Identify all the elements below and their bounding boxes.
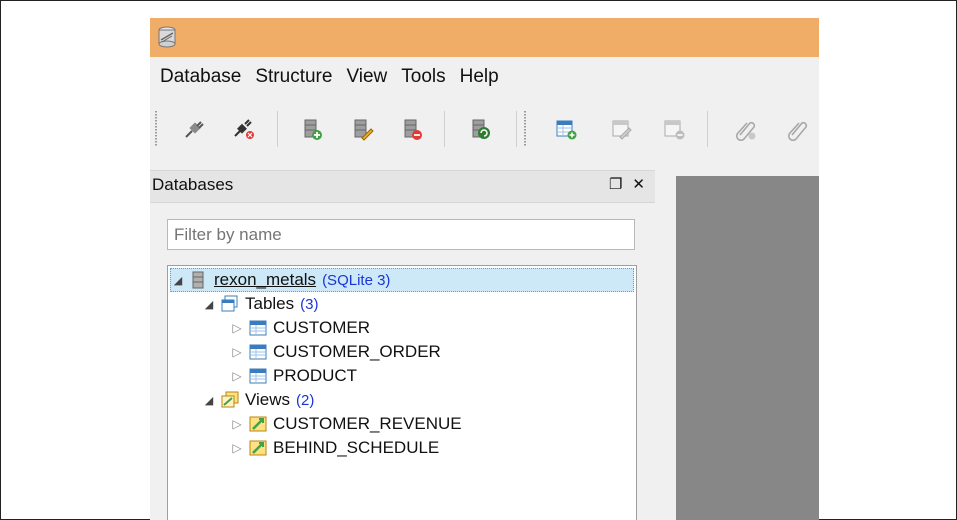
disconnect-icon[interactable] bbox=[232, 117, 256, 141]
collapsed-arrow-icon[interactable]: ▷ bbox=[230, 345, 244, 359]
database-type: (SQLite 3) bbox=[322, 271, 391, 289]
edit-table-icon bbox=[610, 117, 634, 141]
view-name: BEHIND_SCHEDULE bbox=[273, 438, 440, 457]
views-count: (2) bbox=[296, 391, 315, 409]
tables-label: Tables bbox=[245, 294, 295, 313]
tables-count: (3) bbox=[300, 295, 319, 313]
expand-arrow-icon[interactable]: ◢ bbox=[202, 298, 216, 311]
tree-item-view[interactable]: ▷ CUSTOMER_REVENUE bbox=[230, 412, 462, 436]
menu-help[interactable]: Help bbox=[453, 57, 506, 97]
edit-index-icon bbox=[786, 117, 810, 141]
database-tree[interactable]: ◢ rexon_metals (SQLite 3) ◢ Tables (3) ▷… bbox=[167, 265, 637, 520]
filter-input[interactable] bbox=[167, 219, 635, 250]
add-database-icon[interactable] bbox=[300, 117, 324, 141]
add-index-icon bbox=[734, 117, 758, 141]
database-name: rexon_metals bbox=[214, 270, 317, 289]
menu-tools[interactable]: Tools bbox=[394, 57, 452, 97]
tree-item-views[interactable]: ◢ Views (2) bbox=[202, 388, 315, 412]
toolbar-separator bbox=[444, 111, 445, 147]
menu-database[interactable]: Database bbox=[150, 57, 248, 97]
table-icon bbox=[248, 343, 268, 361]
refresh-database-icon[interactable] bbox=[468, 117, 492, 141]
table-name: PRODUCT bbox=[273, 366, 358, 385]
menu-view[interactable]: View bbox=[339, 57, 394, 97]
edit-database-icon[interactable] bbox=[350, 117, 374, 141]
tree-item-table[interactable]: ▷ CUSTOMER_ORDER bbox=[230, 340, 441, 364]
menu-bar: Database Structure View Tools Help bbox=[150, 57, 819, 97]
app-database-icon bbox=[157, 26, 177, 48]
databases-panel: ◢ rexon_metals (SQLite 3) ◢ Tables (3) bbox=[150, 203, 655, 520]
title-bar bbox=[150, 18, 819, 57]
expand-arrow-icon[interactable]: ◢ bbox=[171, 274, 185, 287]
tree-item-database[interactable]: ◢ rexon_metals (SQLite 3) bbox=[170, 268, 634, 292]
collapsed-arrow-icon[interactable]: ▷ bbox=[230, 321, 244, 335]
app-window: Database Structure View Tools Help Datab… bbox=[150, 18, 819, 520]
panel-title: Databases bbox=[152, 175, 234, 194]
table-icon bbox=[248, 367, 268, 385]
view-icon bbox=[248, 439, 268, 457]
collapsed-arrow-icon[interactable]: ▷ bbox=[230, 441, 244, 455]
tree-item-table[interactable]: ▷ PRODUCT bbox=[230, 364, 357, 388]
connect-icon[interactable] bbox=[182, 117, 206, 141]
tree-item-tables[interactable]: ◢ Tables (3) bbox=[202, 292, 319, 316]
expand-arrow-icon[interactable]: ◢ bbox=[202, 394, 216, 407]
tree-item-view[interactable]: ▷ BEHIND_SCHEDULE bbox=[230, 436, 439, 460]
menu-structure[interactable]: Structure bbox=[248, 57, 339, 97]
add-table-icon[interactable] bbox=[554, 117, 578, 141]
table-name: CUSTOMER bbox=[273, 318, 370, 337]
remove-table-icon bbox=[662, 117, 686, 141]
tables-icon bbox=[220, 295, 240, 313]
databases-panel-header: Databases ❐ ✕ bbox=[150, 170, 655, 203]
collapsed-arrow-icon[interactable]: ▷ bbox=[230, 417, 244, 431]
tree-item-table[interactable]: ▷ CUSTOMER bbox=[230, 316, 370, 340]
toolbar-separator bbox=[277, 111, 278, 147]
screenshot-frame: Database Structure View Tools Help Datab… bbox=[0, 0, 957, 520]
close-panel-icon[interactable]: ✕ bbox=[632, 175, 645, 193]
toolbar-grip[interactable] bbox=[524, 111, 526, 147]
table-name: CUSTOMER_ORDER bbox=[273, 342, 441, 361]
views-label: Views bbox=[245, 390, 291, 409]
table-icon bbox=[248, 319, 268, 337]
remove-database-icon[interactable] bbox=[400, 117, 424, 141]
collapsed-arrow-icon[interactable]: ▷ bbox=[230, 369, 244, 383]
database-icon bbox=[189, 271, 209, 289]
float-panel-icon[interactable]: ❐ bbox=[609, 175, 622, 193]
toolbar-separator bbox=[707, 111, 708, 147]
toolbar-separator bbox=[516, 111, 517, 147]
toolbar bbox=[150, 103, 819, 155]
toolbar-grip[interactable] bbox=[155, 111, 157, 147]
view-name: CUSTOMER_REVENUE bbox=[273, 414, 462, 433]
view-icon bbox=[248, 415, 268, 433]
editor-area[interactable] bbox=[676, 176, 819, 520]
views-icon bbox=[220, 391, 240, 409]
